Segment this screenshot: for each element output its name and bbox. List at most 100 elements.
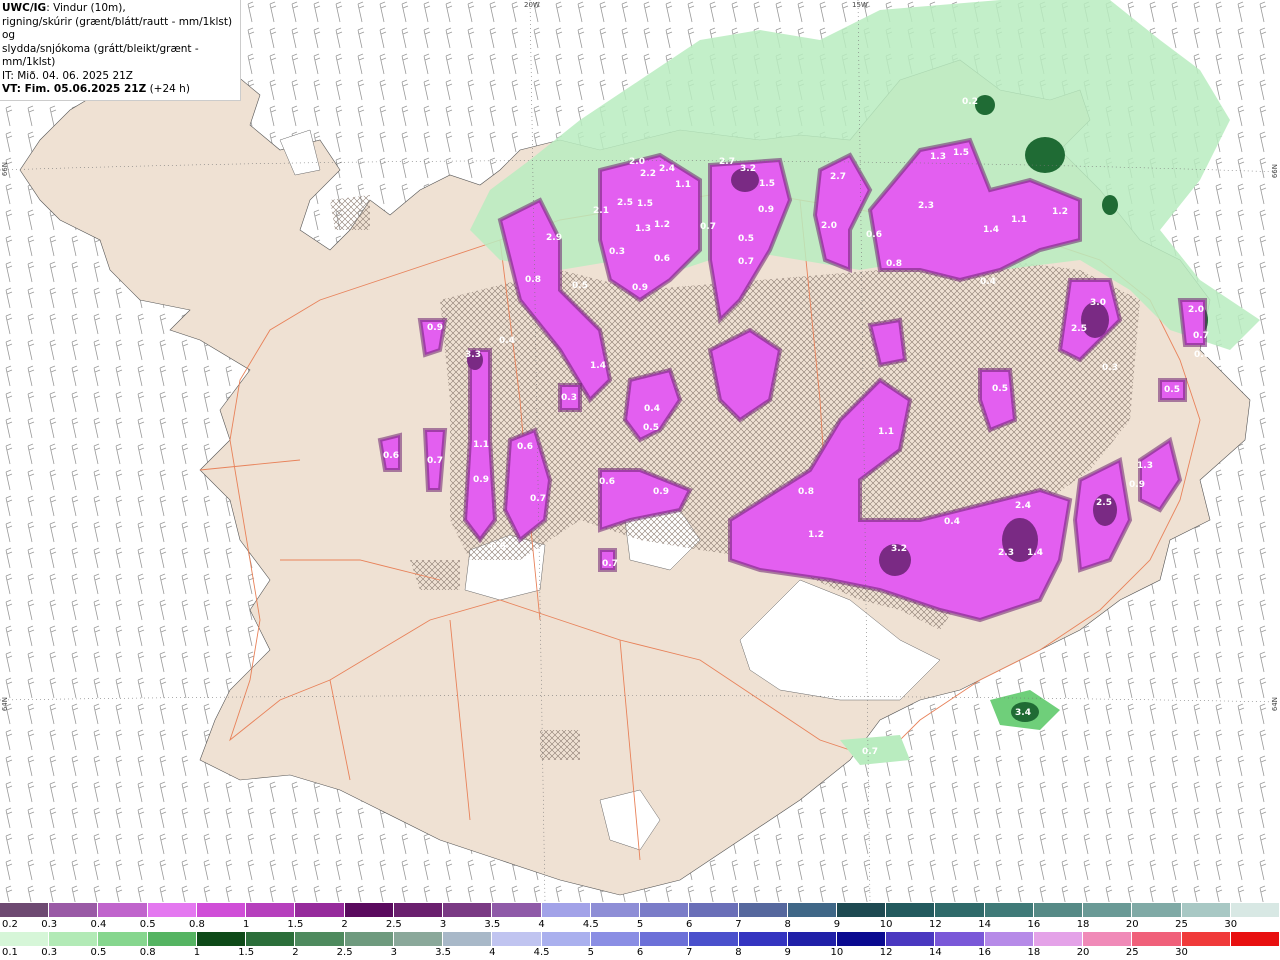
legend-swatch <box>1033 932 1084 946</box>
legend-swatch <box>295 932 345 946</box>
legend-label: 3.5 <box>435 947 452 958</box>
precip-value-label: 0.6 <box>1194 350 1210 360</box>
coord-15w: 15W <box>852 1 868 9</box>
precip-value-label: 0.6 <box>517 442 533 452</box>
legend-swatch <box>935 932 985 946</box>
precip-value-label: 1.3 <box>635 224 651 234</box>
legend-label: 8 <box>784 919 791 930</box>
precip-value-label: 0.5 <box>992 384 1008 394</box>
precip-value-label: 1.1 <box>473 440 489 450</box>
precip-value-label: 1.3 <box>930 152 946 162</box>
legend-label: 0.5 <box>90 947 107 958</box>
legend-label: 30 <box>1224 919 1238 930</box>
legend-label: 16 <box>978 947 991 958</box>
precip-value-label: 0.4 <box>944 517 960 527</box>
legend-swatch <box>492 932 542 946</box>
precip-value-label: 0.3 <box>561 393 577 403</box>
legend-label: 4.5 <box>533 947 550 958</box>
legend-swatch <box>787 932 837 946</box>
precip-value-label: 2.3 <box>998 548 1014 558</box>
legend-label: 1.5 <box>238 947 255 958</box>
precip-value-label: 0.9 <box>1129 480 1145 490</box>
legend-swatch <box>836 903 887 917</box>
precip-value-label: 1.1 <box>675 180 691 190</box>
precip-value-label: 0.8 <box>525 275 541 285</box>
legend-label: 1 <box>242 919 250 930</box>
precip-value-label: 3.4 <box>1015 708 1031 718</box>
weather-map: 0.9 3.3 0.4 0.6 0.7 1.1 0.9 0.6 0.7 0.5 0.3 2.9 0.8 0… <box>0 0 1280 902</box>
precip-value-label: 1.3 <box>1137 461 1153 471</box>
legend-swatch <box>443 932 493 946</box>
precip-value-label: 0.4 <box>499 336 515 346</box>
precip-value-label: 2.2 <box>640 169 656 179</box>
precip-value-label: 0.6 <box>599 477 615 487</box>
precip-value-label: 2.5 <box>617 198 633 208</box>
precip-value-label: 1.1 <box>1011 215 1027 225</box>
precip-value-label: 0.9 <box>632 283 648 293</box>
legend-label: 4.5 <box>582 919 599 930</box>
precip-value-label: 2.0 <box>1188 305 1204 315</box>
title-line1: : Vindur (10m), <box>46 2 126 14</box>
precip-value-label: 0.9 <box>427 323 443 333</box>
precip-value-label: 2.5 <box>1096 498 1112 508</box>
legend-snow-labels: 0.2 0.3 0.4 0.5 0.8 1 1.5 2 2.5 3 3.5 4 4.5 5 6 7 8 9 10 12… <box>0 919 1280 931</box>
legend-label: 6 <box>686 919 693 930</box>
legend-label: 12 <box>929 919 942 930</box>
precip-value-label: 2.1 <box>593 206 609 216</box>
legend-label: 20 <box>1125 919 1139 930</box>
precip-value-label: 0.5 <box>1164 385 1180 395</box>
forecast-offset: (+24 h) <box>146 83 190 95</box>
legend-swatch <box>295 903 345 917</box>
legend-swatch <box>689 932 739 946</box>
legend-label: 14 <box>929 947 942 958</box>
legend-label: 0.3 <box>41 919 58 930</box>
legend-swatch <box>98 932 148 946</box>
legend-swatch <box>738 932 788 946</box>
legend-label: 7 <box>686 947 693 958</box>
legend-label: 3.5 <box>484 919 501 930</box>
map-title-box: UWC/IG: Vindur (10m), rigning/skúrir (gr… <box>0 0 241 101</box>
legend-swatch <box>393 903 444 917</box>
precip-value-label: 0.5 <box>490 542 506 552</box>
precip-value-label: 2.9 <box>546 233 562 243</box>
precip-value-label: 0.7 <box>427 456 443 466</box>
legend-swatch <box>984 932 1034 946</box>
title-line3: slydda/snjókoma (grátt/bleikt/grænt - mm… <box>2 42 199 69</box>
legend-label: 9 <box>784 947 791 958</box>
precip-value-label: 0.9 <box>653 487 669 497</box>
legend-swatch <box>344 932 394 946</box>
legend-label: 18 <box>1076 919 1090 930</box>
precip-value-label: 0.4 <box>644 404 660 414</box>
precip-value-label: 0.3 <box>1102 363 1118 373</box>
legend-label: 0.8 <box>188 919 205 930</box>
legend-label: 9 <box>833 919 841 930</box>
legend-swatch <box>1083 903 1133 917</box>
legend-label: 2 <box>292 947 299 958</box>
title-line2: rigning/skúrir (grænt/blátt/rautt - mm/1… <box>2 15 233 42</box>
legend-label: 3 <box>439 919 447 930</box>
legend-swatch <box>49 932 99 946</box>
precip-value-label: 0.9 <box>758 205 774 215</box>
legend-swatch <box>1033 903 1084 917</box>
legend-swatch <box>1083 932 1133 946</box>
precip-value-label: 1.5 <box>637 199 653 209</box>
legend-label: 8 <box>735 947 742 958</box>
legend-swatch <box>1230 932 1280 946</box>
precip-value-label: 2.0 <box>629 157 645 167</box>
precip-value-label: 0.5 <box>738 234 754 244</box>
precip-value-label: 0.8 <box>798 487 814 497</box>
legend-label: 6 <box>636 947 644 958</box>
precip-value-label: 2.7 <box>830 172 846 182</box>
legend-swatch <box>640 932 690 946</box>
legend-label: 7 <box>735 919 742 930</box>
precip-value-label: 3.2 <box>891 544 907 554</box>
precip-value-label: 0.6 <box>654 254 670 264</box>
legend-swatch <box>541 903 591 917</box>
legend-label: 14 <box>978 919 991 930</box>
precip-value-label: 0.7 <box>1193 331 1209 341</box>
legend-swatch <box>246 932 296 946</box>
precip-value-label: 0.6 <box>383 451 399 461</box>
precip-value-label: 2.0 <box>821 221 837 231</box>
legend-label: 18 <box>1027 947 1041 958</box>
legend-rain-labels: 0.1 0.3 0.5 0.8 1 1.5 2 2.5 3 3.5 4 4.5 5 6 7 8 9 10 12 14 1… <box>0 947 1280 959</box>
